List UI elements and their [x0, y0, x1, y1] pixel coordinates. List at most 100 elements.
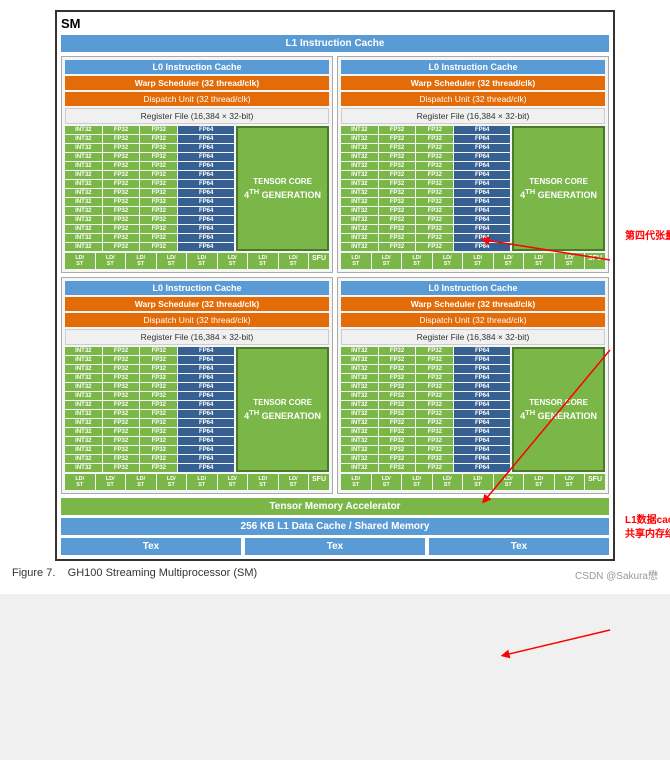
cores-area-q3: INT32 FP32 FP32 FP64 INT32 FP32 FP32 FP6…	[65, 347, 329, 472]
fp32-cell: FP32	[103, 135, 140, 143]
fp64-cell: FP64	[178, 428, 234, 436]
core-row: INT32 FP32 FP32 FP64	[65, 374, 234, 382]
fp32-cell: FP32	[416, 347, 453, 355]
fp32-cell: FP32	[140, 153, 177, 161]
fp64-cell: FP64	[178, 189, 234, 197]
register-file-q2: Register File (16,384 × 32-bit)	[341, 108, 605, 124]
fp32-cell: FP32	[140, 392, 177, 400]
fp64-cell: FP64	[178, 464, 234, 472]
core-row: INT32 FP32 FP32 FP64	[65, 455, 234, 463]
fp32-cell: FP32	[140, 365, 177, 373]
fp32-cell: FP32	[379, 207, 416, 215]
core-row: INT32 FP32 FP32 FP64	[341, 207, 510, 215]
fp32-cell: FP32	[379, 401, 416, 409]
fp32-cell: FP32	[140, 401, 177, 409]
fp32-cell: FP32	[416, 207, 453, 215]
core-row: INT32 FP32 FP32 FP64	[341, 455, 510, 463]
fp32-cell: FP32	[416, 446, 453, 454]
core-row: INT32 FP32 FP32 FP64	[341, 180, 510, 188]
fp32-cell: FP32	[416, 144, 453, 152]
fp32-cell: FP32	[140, 383, 177, 391]
fp32-cell: FP32	[416, 189, 453, 197]
fp32-cell: FP32	[140, 162, 177, 170]
int32-cell: INT32	[65, 135, 102, 143]
fp64-cell: FP64	[454, 383, 510, 391]
quadrants-container: L0 Instruction Cache Warp Scheduler (32 …	[61, 56, 609, 494]
fp32-cell: FP32	[140, 135, 177, 143]
ldst-sfu-row-q3: LD/ST LD/ST LD/ST LD/ST LD/ST LD/ST LD/S…	[65, 474, 329, 490]
cores-area-q4: INT32 FP32 FP32 FP64 INT32 FP32 FP32 FP6…	[341, 347, 605, 472]
tensor-core-label-q2: TENSOR CORE	[529, 177, 588, 187]
ldst-cell: LD/ST	[372, 253, 402, 269]
fp32-cell: FP32	[140, 126, 177, 134]
figure-caption: Figure 7. GH100 Streaming Multiprocessor…	[10, 561, 660, 584]
register-file-q3: Register File (16,384 × 32-bit)	[65, 329, 329, 345]
fp64-cell: FP64	[178, 410, 234, 418]
fp32-cell: FP32	[379, 162, 416, 170]
int32-cell: INT32	[341, 464, 378, 472]
int32-cell: INT32	[341, 153, 378, 161]
l0-cache-q1: L0 Instruction Cache	[65, 60, 329, 74]
ldst-cell: LD/ST	[463, 253, 493, 269]
fp32-cell: FP32	[379, 392, 416, 400]
fp32-cell: FP32	[379, 356, 416, 364]
core-row: INT32 FP32 FP32 FP64	[341, 446, 510, 454]
int32-cell: INT32	[341, 171, 378, 179]
cores-area-q2: INT32 FP32 FP32 FP64 INT32 FP32 FP32 FP6…	[341, 126, 605, 251]
core-row: INT32 FP32 FP32 FP64	[65, 162, 234, 170]
fp64-cell: FP64	[454, 392, 510, 400]
int32-cell: INT32	[341, 189, 378, 197]
core-row: INT32 FP32 FP32 FP64	[341, 171, 510, 179]
fp64-cell: FP64	[454, 446, 510, 454]
fp32-cell: FP32	[140, 171, 177, 179]
ldst-cell: LD/ST	[65, 253, 95, 269]
int32-cell: INT32	[65, 365, 102, 373]
fp64-cell: FP64	[454, 207, 510, 215]
fp32-cell: FP32	[416, 392, 453, 400]
fp64-cell: FP64	[454, 356, 510, 364]
annotation-tensor-core: 第四代张量核心	[625, 230, 670, 244]
fp64-cell: FP64	[454, 410, 510, 418]
fp64-cell: FP64	[178, 437, 234, 445]
fp32-cell: FP32	[103, 225, 140, 233]
fp64-cell: FP64	[178, 392, 234, 400]
fp32-cell: FP32	[379, 446, 416, 454]
fp32-cell: FP32	[416, 455, 453, 463]
fp32-cell: FP32	[379, 455, 416, 463]
fp32-cell: FP32	[140, 347, 177, 355]
core-row: INT32 FP32 FP32 FP64	[341, 365, 510, 373]
int32-cell: INT32	[65, 153, 102, 161]
fp64-cell: FP64	[454, 171, 510, 179]
fp64-cell: FP64	[454, 347, 510, 355]
core-row: INT32 FP32 FP32 FP64	[65, 144, 234, 152]
fp32-cell: FP32	[140, 374, 177, 382]
tex-row: Tex Tex Tex	[61, 538, 609, 555]
ldst-cell: LD/ST	[248, 253, 278, 269]
fp32-cell: FP32	[140, 144, 177, 152]
int32-cell: INT32	[65, 356, 102, 364]
fp64-cell: FP64	[454, 455, 510, 463]
ldst-cell: LD/ST	[218, 253, 248, 269]
tensor-core-badge-q1: TENSOR CORE 4TH GENERATION	[236, 126, 329, 251]
int32-cell: INT32	[341, 419, 378, 427]
sfu-cell-q1: SFU	[309, 253, 329, 269]
fp32-cell: FP32	[140, 356, 177, 364]
ldst-sfu-row-q1: LD/ST LD/ST LD/ST LD/ST LD/ST LD/ST LD/S…	[65, 253, 329, 269]
ldst-cell: LD/ST	[555, 474, 585, 490]
fp32-cell: FP32	[379, 437, 416, 445]
int32-cell: INT32	[65, 198, 102, 206]
core-row: INT32 FP32 FP32 FP64	[341, 356, 510, 364]
int32-cell: INT32	[341, 162, 378, 170]
core-row: INT32 FP32 FP32 FP64	[65, 171, 234, 179]
core-row: INT32 FP32 FP32 FP64	[341, 198, 510, 206]
cores-grid-q4: INT32 FP32 FP32 FP64 INT32 FP32 FP32 FP6…	[341, 347, 510, 472]
fp64-cell: FP64	[178, 243, 234, 251]
int32-cell: INT32	[65, 243, 102, 251]
ldst-sfu-row-q2: LD/ST LD/ST LD/ST LD/ST LD/ST LD/ST LD/S…	[341, 253, 605, 269]
fp64-cell: FP64	[454, 126, 510, 134]
quadrant-bottom-right: L0 Instruction Cache Warp Scheduler (32 …	[337, 277, 609, 494]
core-row: INT32 FP32 FP32 FP64	[341, 374, 510, 382]
core-row: INT32 FP32 FP32 FP64	[341, 162, 510, 170]
core-row: INT32 FP32 FP32 FP64	[341, 225, 510, 233]
int32-cell: INT32	[65, 464, 102, 472]
